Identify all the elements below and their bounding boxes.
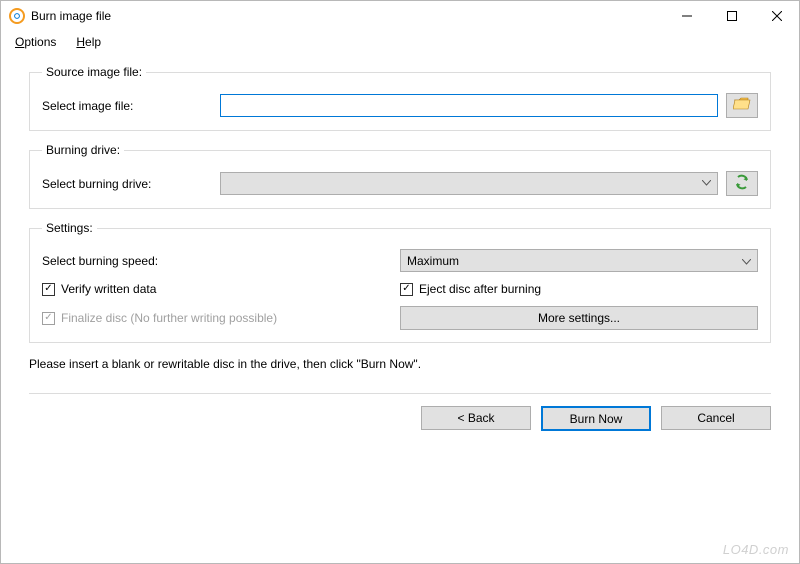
chevron-down-icon	[742, 254, 751, 268]
footer: < Back Burn Now Cancel	[1, 406, 799, 431]
chevron-down-icon	[702, 178, 711, 189]
speed-dropdown[interactable]: Maximum	[400, 249, 758, 272]
speed-dropdown-value: Maximum	[407, 254, 459, 268]
content-area: Source image file: Select image file: Bu…	[1, 53, 799, 394]
window-title: Burn image file	[31, 9, 111, 23]
back-button[interactable]: < Back	[421, 406, 531, 430]
group-drive: Burning drive: Select burning drive:	[29, 143, 771, 209]
label-select-image: Select image file:	[42, 99, 212, 113]
drive-dropdown[interactable]	[220, 172, 718, 195]
menu-options[interactable]: Options	[7, 33, 64, 51]
legend-drive: Burning drive:	[42, 143, 124, 157]
legend-settings: Settings:	[42, 221, 97, 235]
menubar: Options Help	[1, 31, 799, 53]
minimize-button[interactable]	[664, 2, 709, 31]
image-file-input[interactable]	[220, 94, 718, 117]
watermark: LO4D.com	[723, 542, 789, 557]
label-select-drive: Select burning drive:	[42, 177, 212, 191]
label-eject: Eject disc after burning	[419, 282, 541, 296]
browse-button[interactable]	[726, 93, 758, 118]
maximize-button[interactable]	[709, 2, 754, 31]
burn-now-button[interactable]: Burn Now	[541, 406, 651, 431]
cancel-button[interactable]: Cancel	[661, 406, 771, 430]
separator	[29, 393, 771, 394]
checkbox-verify[interactable]: ✓	[42, 283, 55, 296]
checkbox-finalize: ✓	[42, 312, 55, 325]
refresh-button[interactable]	[726, 171, 758, 196]
label-speed: Select burning speed:	[42, 254, 158, 268]
group-settings: Settings: Select burning speed: Maximum …	[29, 221, 771, 343]
app-icon	[9, 8, 25, 24]
label-verify: Verify written data	[61, 282, 156, 296]
folder-icon	[733, 97, 751, 114]
label-finalize: Finalize disc (No further writing possib…	[61, 311, 277, 325]
more-settings-button[interactable]: More settings...	[400, 306, 758, 330]
group-source: Source image file: Select image file:	[29, 65, 771, 131]
menu-help[interactable]: Help	[68, 33, 109, 51]
instruction-text: Please insert a blank or rewritable disc…	[29, 357, 771, 371]
checkbox-eject[interactable]: ✓	[400, 283, 413, 296]
refresh-icon	[734, 174, 750, 193]
legend-source: Source image file:	[42, 65, 146, 79]
titlebar: Burn image file	[1, 1, 799, 31]
close-button[interactable]	[754, 2, 799, 31]
